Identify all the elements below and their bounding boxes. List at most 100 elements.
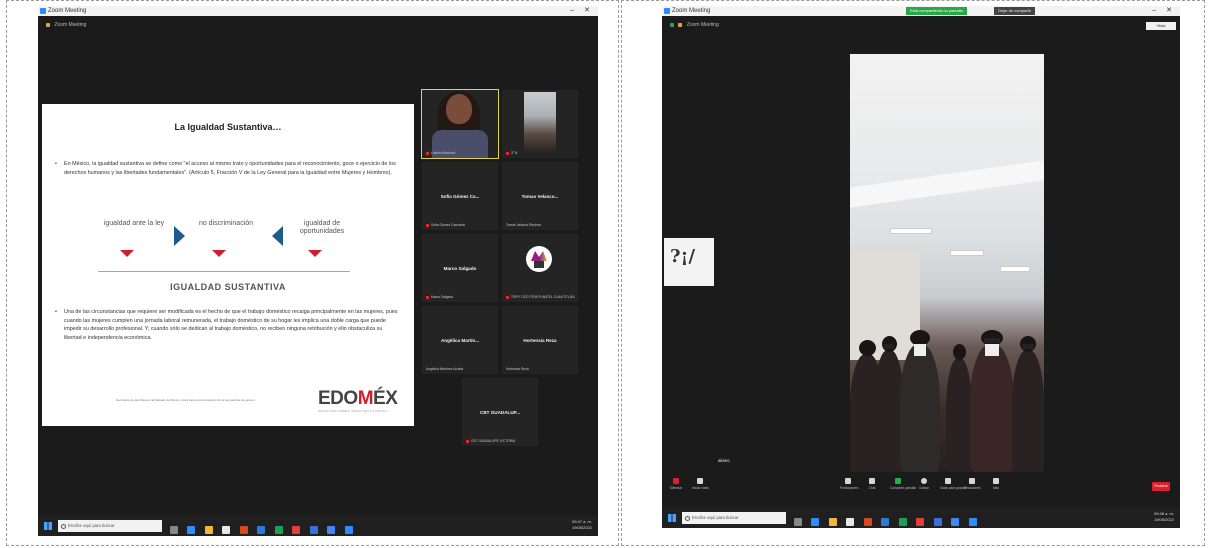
shared-slide: La Igualdad Sustantiva… • En México, la … [42, 104, 414, 426]
meeting-bar: Zoom Meeting [662, 16, 1180, 34]
chat-button[interactable]: Chat [864, 478, 880, 490]
info-icon[interactable] [678, 22, 683, 27]
view-button[interactable]: Vista [1146, 22, 1176, 30]
window-controls[interactable]: – ✕ [570, 6, 594, 16]
participant-sub: 3° B [506, 151, 517, 155]
ceiling [850, 160, 1044, 208]
participant-tile[interactable]: Lizbeth Martínez [421, 89, 499, 159]
app-icon[interactable] [292, 526, 301, 534]
zoom-taskbar-icon[interactable] [968, 518, 977, 526]
participants-button[interactable]: Participantes [840, 478, 858, 490]
more-button[interactable]: Más [988, 478, 1004, 490]
excel-icon[interactable] [898, 518, 907, 526]
windows-taskbar: Escribe aquí para buscar 09:47 a. m. 19/… [38, 516, 598, 536]
share-screen-button[interactable]: Compartir pantalla [890, 478, 916, 490]
mute-button[interactable]: Silenciar [668, 478, 684, 490]
task-view-icon[interactable] [170, 526, 178, 534]
self-video-tile[interactable]: ?¡/ [664, 238, 714, 286]
share-icon [895, 478, 901, 484]
participant-tile[interactable]: TSPF/ CECYTEM PLANTEL CUAUTITLÁN [502, 234, 578, 302]
system-tray[interactable]: 09:47 a. m. 19/05/2022 [572, 519, 592, 531]
ceiling-light [950, 250, 984, 256]
edge-icon[interactable] [187, 526, 196, 534]
participant-sub: Lizbeth Martínez [426, 151, 455, 155]
control-label: Silenciar [669, 486, 683, 490]
participant-tile[interactable]: 3° B [502, 90, 578, 158]
participant-name: CBT GUADALUP... [480, 410, 520, 415]
app-icon[interactable] [916, 518, 925, 526]
participant-label: Hortensia Reza [506, 367, 529, 371]
slide-title: La Igualdad Sustantiva… [174, 122, 282, 132]
meeting-bar: Zoom Meeting [38, 16, 598, 34]
taskbar-apps [794, 513, 982, 526]
zoom-window-left: Zoom Meeting – ✕ Zoom Meeting La Igualda… [38, 6, 598, 536]
slide-footnote: Secretaría de las Mujeres del Estado de … [116, 398, 256, 402]
logo-text: ÉX [373, 388, 398, 409]
participant-sub: Sofía Gómez Camacho [426, 223, 465, 227]
classroom-video [850, 54, 1044, 472]
shield-icon[interactable] [46, 22, 50, 27]
arrow-left-icon [272, 226, 283, 246]
edomex-tagline: DECISIONES FIRMES, RESULTADOS FUERTES [318, 410, 388, 413]
store-icon[interactable] [846, 518, 855, 526]
camera-icon [697, 478, 703, 484]
participant-tile[interactable]: CBT GUADALUP... CBT GUADALUPE VICTORIA [462, 378, 538, 446]
participant-tile[interactable]: Sofía Gómez Ca... Sofía Gómez Camacho [422, 162, 498, 230]
ceiling-light [890, 228, 932, 234]
participant-tile[interactable]: Tomas Velasco... Tomas Velasco Recinos [502, 162, 578, 230]
control-label: Grabar [919, 486, 929, 490]
record-button[interactable]: Grabar [916, 478, 932, 490]
participant-tile[interactable]: Angélica Martín... Angélica Martínez Aco… [422, 306, 498, 374]
chrome-icon[interactable] [951, 518, 960, 526]
people-icon [845, 478, 851, 484]
windows-start-icon[interactable] [668, 514, 676, 522]
slide-paragraph-2: • Una de las circunstancias que requiere… [55, 308, 398, 342]
student [946, 344, 972, 472]
store-icon[interactable] [222, 526, 231, 534]
powerpoint-icon[interactable] [239, 526, 248, 534]
app-icon[interactable] [309, 526, 318, 534]
powerpoint-icon[interactable] [863, 518, 872, 526]
chrome-icon[interactable] [327, 526, 336, 534]
clock-date: 19/05/2022 [1153, 517, 1174, 522]
zoom-taskbar-icon[interactable] [344, 526, 353, 534]
slide-subtitle: IGUALDAD SUSTANTIVA [170, 282, 286, 292]
shield-icon[interactable] [670, 22, 674, 27]
divider [98, 271, 350, 272]
taskbar-search-input[interactable]: Escribe aquí para buscar [682, 512, 786, 524]
window-title: Zoom Meeting [48, 8, 87, 14]
bullet-icon: • [55, 161, 57, 167]
file-explorer-icon[interactable] [828, 518, 837, 526]
arrow-right-icon [174, 226, 185, 246]
task-view-icon[interactable] [794, 518, 802, 526]
window-controls[interactable]: – ✕ [1152, 6, 1176, 16]
reactions-button[interactable]: Reacciones [964, 478, 981, 490]
participant-name: Marco Salgado [443, 266, 477, 271]
taskbar-search-input[interactable]: Escribe aquí para buscar [58, 520, 162, 532]
word-icon[interactable] [881, 518, 890, 526]
video-button[interactable]: Iniciar video [692, 478, 709, 490]
mic-off-icon [466, 439, 469, 443]
participant-tile[interactable]: Hortensia Reza Hortensia Reza [502, 306, 578, 374]
windows-start-icon[interactable] [44, 522, 52, 530]
excel-icon[interactable] [274, 526, 283, 534]
stop-share-button[interactable]: Dejar de compartir [994, 7, 1035, 15]
edge-icon[interactable] [811, 518, 820, 526]
concept-non-discrimination: no discriminación [198, 220, 254, 227]
participant-tile[interactable]: Marco Salgado Marco Salgado [422, 234, 498, 302]
participant-label: TSPF/ CECYTEM PLANTEL CUAUTITLÁN [511, 295, 575, 299]
meeting-label: Zoom Meeting [686, 22, 719, 28]
end-meeting-button[interactable]: Finalizar [1152, 482, 1170, 491]
window-title: Zoom Meeting [672, 8, 711, 14]
paragraph-text: En México, la igualdad sustantiva se def… [64, 161, 396, 176]
slide-paragraph-1: • En México, la igualdad sustantiva se d… [55, 160, 398, 177]
face-mask [1022, 344, 1034, 349]
system-tray[interactable]: 09:48 a. m. 19/05/2022 [1154, 511, 1174, 523]
word-icon[interactable] [257, 526, 266, 534]
concept-opportunities: igualdad de oportunidades [299, 220, 345, 235]
breakout-rooms-button[interactable]: Salas para grupos [940, 478, 966, 490]
file-explorer-icon[interactable] [204, 526, 213, 534]
participant-video [524, 92, 556, 152]
app-icon[interactable] [933, 518, 942, 526]
logo-m: M [357, 388, 374, 409]
